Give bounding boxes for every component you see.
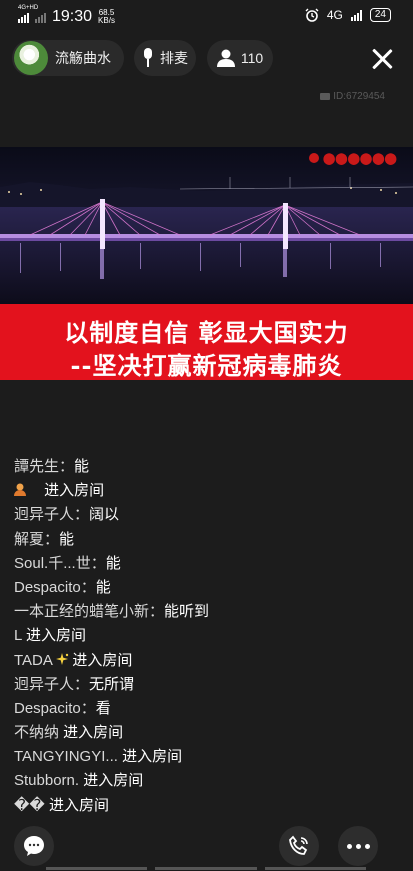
chat-user[interactable]: 迥异子人： xyxy=(14,506,89,523)
battery-icon: 24 xyxy=(369,8,391,22)
chat-user[interactable]: Despacito： xyxy=(14,579,96,596)
voice-call-button[interactable] xyxy=(279,826,319,866)
chat-user[interactable]: 一本正经的蜡笔小新： xyxy=(14,603,164,620)
room-id-text: ID:6729454 xyxy=(333,91,385,102)
chat-text: 能 xyxy=(74,458,90,475)
status-right: 4G 24 xyxy=(305,8,391,22)
chat-user[interactable]: Despacito： xyxy=(14,700,96,717)
chat-text: 进入房间 xyxy=(44,482,105,500)
chat-text: 能 xyxy=(105,554,121,572)
tv-station-logo: ⬤⬤⬤⬤⬤⬤ xyxy=(323,152,397,165)
online-users-button[interactable]: 110 xyxy=(207,40,273,76)
signal-icon: 4G+HD xyxy=(18,5,38,23)
chat-user[interactable]: Soul.千...世： xyxy=(14,555,106,572)
mic-queue-button[interactable]: 排麦 xyxy=(134,40,196,76)
chat-message: 不纳纳 进入房间 xyxy=(14,722,394,746)
signal-right-icon xyxy=(350,9,362,21)
status-left: 4G+HD 19:30 68.5 KB/s xyxy=(18,5,115,26)
user-avatar-icon xyxy=(14,481,26,497)
more-button[interactable] xyxy=(338,826,378,866)
signal-2-icon xyxy=(35,11,46,23)
chat-text: 看 xyxy=(95,699,111,717)
chat-message: 迥异子人：阔以 xyxy=(14,504,394,528)
phone-icon xyxy=(289,835,308,855)
bridge-night-scene: ⬤⬤⬤⬤⬤⬤ xyxy=(0,147,413,304)
chat-message: �� 进入房间 xyxy=(14,795,394,819)
chat-message: Despacito：能 xyxy=(14,577,394,601)
sparkle-icon xyxy=(56,651,69,665)
chat-text: 进入房间 xyxy=(72,651,133,669)
chat-user[interactable]: TANGYINGYI... xyxy=(14,748,122,765)
chat-message: L 进入房间 xyxy=(14,625,394,649)
chat-user[interactable]: 解夏： xyxy=(14,531,59,548)
close-icon[interactable] xyxy=(369,46,395,72)
chat-user[interactable]: Stubborn. xyxy=(14,772,83,789)
chat-user[interactable]: 迥异子人： xyxy=(14,676,89,693)
chat-text: 能 xyxy=(95,578,111,596)
camera-icon xyxy=(320,93,331,100)
chat-message: 解夏：能 xyxy=(14,529,394,553)
chat-message: Stubborn. 进入房间 xyxy=(14,770,394,794)
chat-message: 迥异子人：无所谓 xyxy=(14,674,394,698)
chat-message: Despacito：看 xyxy=(14,698,394,722)
chat-message: TANGYINGYI... 进入房间 xyxy=(14,746,394,770)
room-avatar[interactable] xyxy=(14,41,48,75)
chat-text: 能 xyxy=(59,530,75,548)
chat-message: 一本正经的蜡笔小新：能听到 xyxy=(14,601,394,625)
chat-message: Soul.千...世：能 xyxy=(14,553,394,577)
chat-text: 进入房间 xyxy=(83,772,144,790)
network-tag: 4G+HD xyxy=(18,5,39,11)
chat-text: 进入房间 xyxy=(48,796,109,814)
live-video[interactable]: ⬤⬤⬤⬤⬤⬤ xyxy=(0,147,413,304)
chat-text: 进入房间 xyxy=(25,627,86,645)
chat-user[interactable]: TADA xyxy=(14,652,52,669)
more-icon xyxy=(346,843,370,849)
chat-text: 进入房间 xyxy=(63,724,124,742)
mic-queue-label: 排麦 xyxy=(160,50,188,66)
chat-text: 无所谓 xyxy=(89,675,135,693)
room-name: 流觞曲水 xyxy=(55,50,111,66)
slogan-line-1: 以制度自信 彰显大国实力 xyxy=(64,318,349,347)
microphone-icon xyxy=(144,48,152,67)
online-count: 110 xyxy=(240,50,264,66)
user-icon xyxy=(216,49,235,67)
chat-text: 能听到 xyxy=(164,603,210,621)
bottom-toolbar xyxy=(0,826,413,871)
chat-user[interactable]: �� xyxy=(14,797,49,814)
chat-text: 进入房间 xyxy=(122,748,183,766)
network-speed: 68.5 KB/s xyxy=(98,9,115,25)
chat-message: 进入房间 xyxy=(14,480,394,504)
chat-message: 譚先生：能 xyxy=(14,456,394,480)
slogan-banner: 以制度自信 彰显大国实力 --坚决打赢新冠病毒肺炎 xyxy=(0,304,413,380)
chat-list[interactable]: 譚先生：能 进入房间 迥异子人：阔以 解夏：能 Soul.千...世：能 Des… xyxy=(14,456,394,819)
room-header: 流觞曲水 排麦 110 xyxy=(0,40,413,80)
chat-message: TADA 进入房间 xyxy=(14,650,394,674)
slogan-line-2: --坚决打赢新冠病毒肺炎 xyxy=(70,351,343,380)
network-type: 4G xyxy=(326,8,343,22)
bottom-divider xyxy=(46,867,366,870)
chat-text: 阔以 xyxy=(89,506,120,524)
clock: 19:30 xyxy=(52,8,93,25)
chat-user[interactable]: 不纳纳 xyxy=(14,724,63,741)
speed-unit: KB/s xyxy=(98,16,115,25)
chat-user[interactable]: L xyxy=(14,627,26,644)
status-bar: 4G+HD 19:30 68.5 KB/s 4G 24 xyxy=(0,0,413,34)
room-info-pill[interactable]: 流觞曲水 xyxy=(12,40,124,76)
chat-user[interactable]: 譚先生： xyxy=(14,458,74,475)
alarm-icon xyxy=(305,8,319,22)
room-id: ID:6729454 xyxy=(320,91,385,102)
chat-bubble-icon xyxy=(24,836,44,856)
chat-bubble-button[interactable] xyxy=(14,826,54,866)
